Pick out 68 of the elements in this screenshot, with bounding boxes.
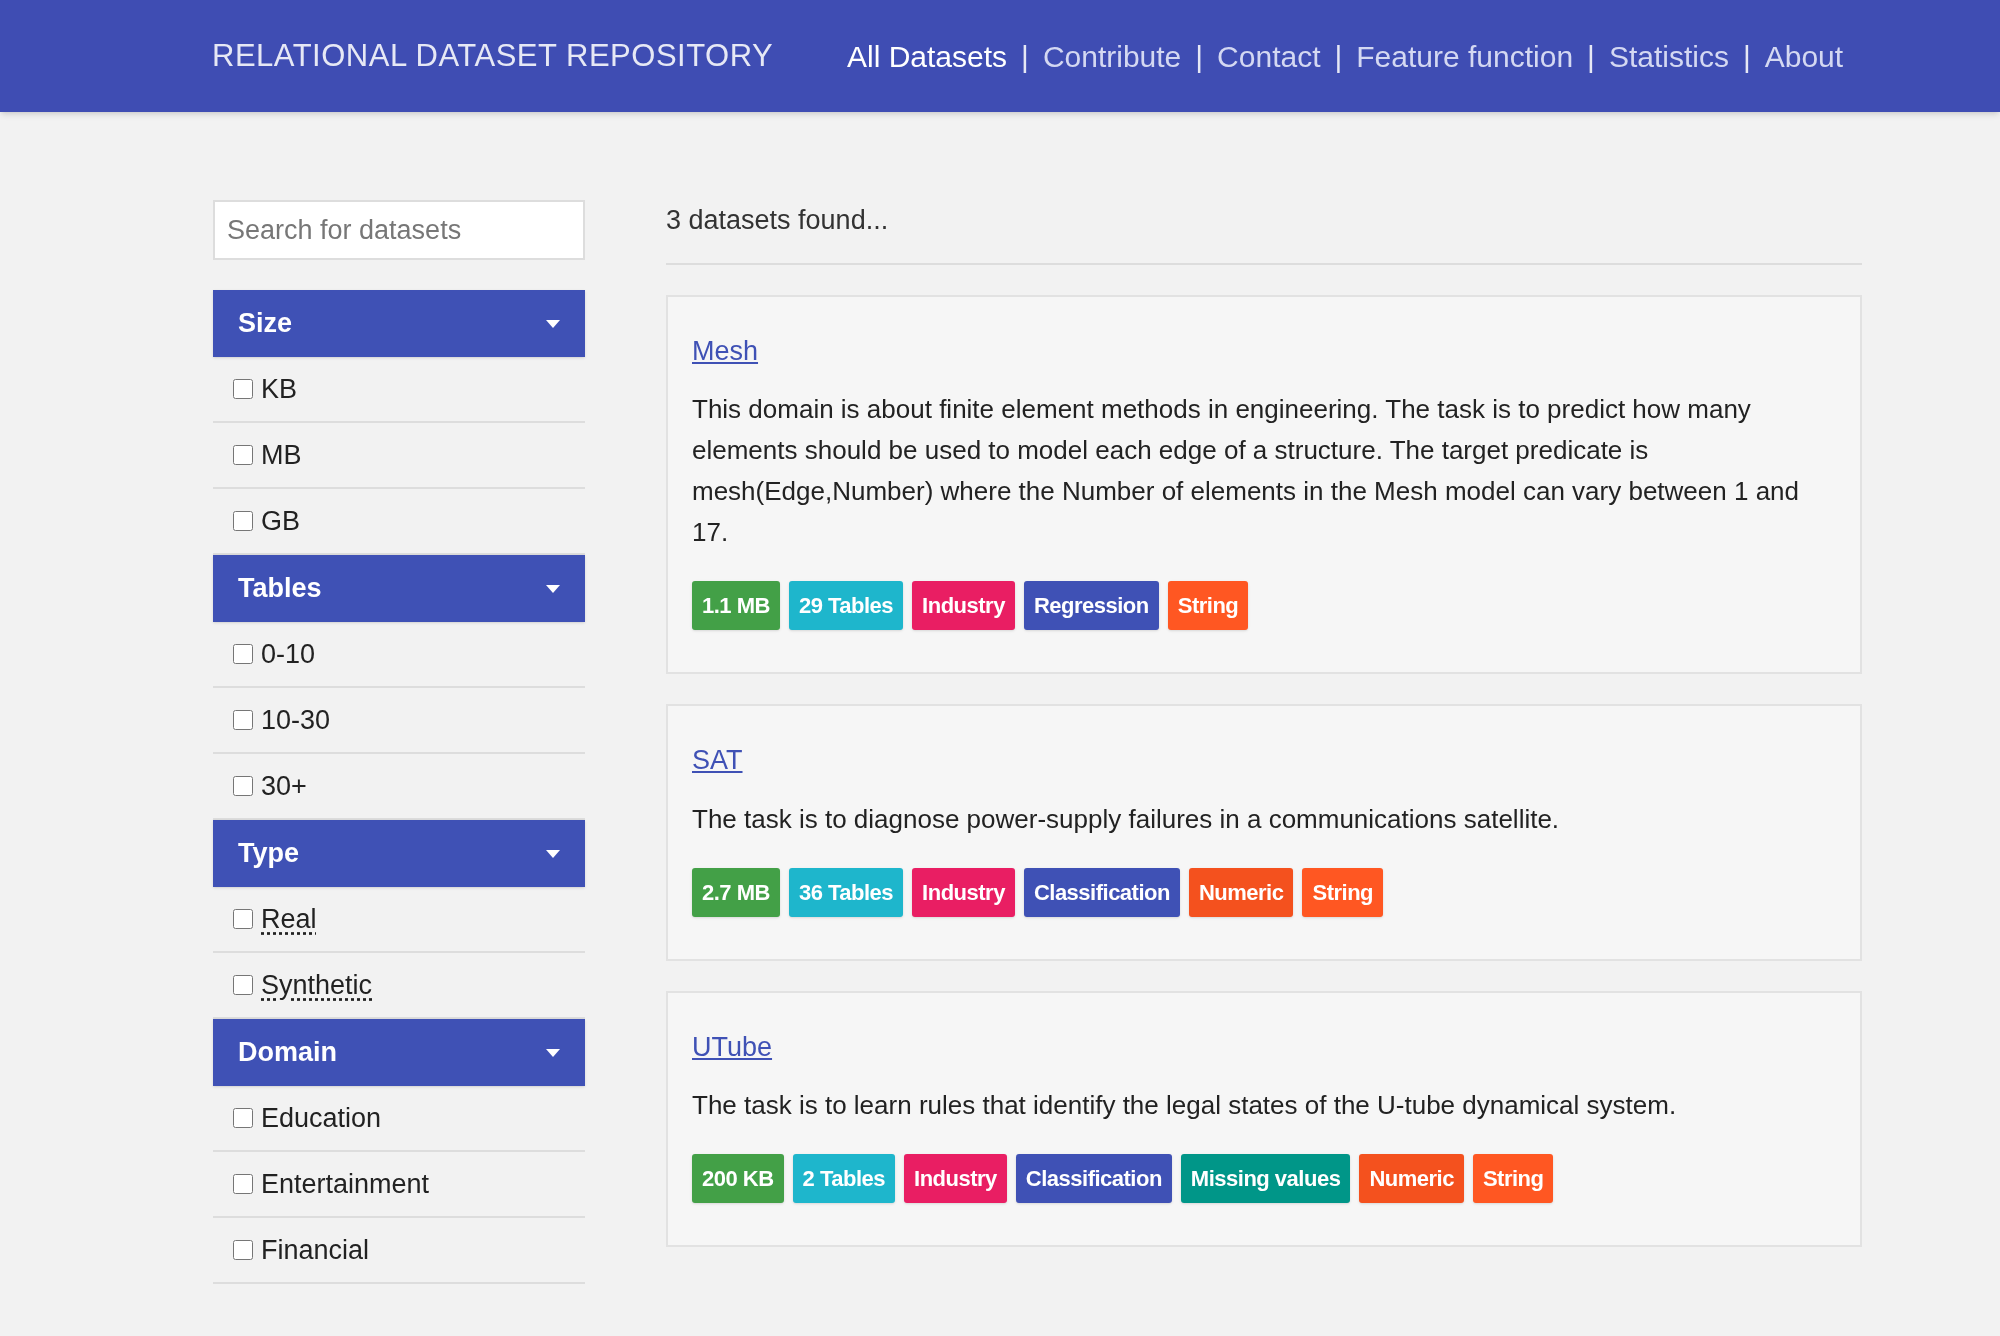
nav-separator: | bbox=[1195, 38, 1204, 75]
tag: Industry bbox=[912, 867, 1015, 917]
checkbox[interactable] bbox=[233, 379, 253, 399]
tag: Regression bbox=[1023, 581, 1159, 630]
dataset-description: The task is to diagnose power-supply failures in a communications satellite. bbox=[692, 802, 1560, 836]
filter-header[interactable]: Tables bbox=[213, 555, 585, 622]
tag: String bbox=[1167, 581, 1249, 630]
tag: Numeric bbox=[1188, 867, 1294, 917]
tag: String bbox=[1472, 1154, 1554, 1203]
dataset-link[interactable]: SAT bbox=[692, 740, 743, 781]
site-title: RELATIONAL DATASET REPOSITORY bbox=[212, 36, 775, 75]
option-label: GB bbox=[261, 504, 300, 538]
tag: 36 Tables bbox=[788, 867, 904, 917]
checkbox[interactable] bbox=[233, 710, 253, 730]
tag: 200 KB bbox=[692, 1154, 784, 1203]
caret-icon bbox=[546, 319, 560, 328]
option-label: Financial bbox=[261, 1233, 370, 1267]
filter-header[interactable]: Size bbox=[213, 290, 585, 357]
checkbox[interactable] bbox=[233, 1108, 253, 1128]
checkbox[interactable] bbox=[233, 1174, 253, 1194]
tag: 2.7 MB bbox=[692, 867, 780, 917]
nav-link[interactable]: Statistics bbox=[1608, 33, 1729, 79]
nav-link[interactable]: About bbox=[1764, 33, 1844, 79]
search-field[interactable]: Search for datasets bbox=[213, 200, 585, 260]
nav-link[interactable]: All Datasets bbox=[847, 33, 1008, 79]
dataset-description: This domain is about finite element methods in engineering. The task is to predict how many elements should be used to model each edge of a structure. The target predicate is mesh(Edge,Number) where the Number of elements in the Mesh model can vary between 1 and 17. bbox=[692, 393, 1800, 549]
tag: 2 Tables bbox=[792, 1154, 895, 1203]
caret-icon bbox=[546, 849, 560, 858]
tag: 1.1 MB bbox=[692, 581, 780, 630]
checkbox[interactable] bbox=[233, 776, 253, 796]
caret-icon bbox=[546, 584, 560, 593]
tag: Industry bbox=[912, 581, 1015, 630]
nav-link[interactable]: Contact bbox=[1217, 33, 1321, 79]
checkbox[interactable] bbox=[233, 909, 253, 929]
tag: Numeric bbox=[1359, 1154, 1464, 1203]
option-label: MB bbox=[261, 438, 302, 472]
dataset-description: The task is to learn rules that identify the legal states of the U-tube dynamical system. bbox=[692, 1089, 1677, 1122]
checkbox[interactable] bbox=[233, 644, 253, 664]
option-label: 30+ bbox=[261, 769, 307, 803]
checkbox[interactable] bbox=[233, 445, 253, 465]
dataset-link[interactable]: Mesh bbox=[692, 330, 759, 371]
option-label: Entertainment bbox=[261, 1167, 430, 1201]
tag: Industry bbox=[904, 1154, 1007, 1203]
option-label: Real bbox=[261, 902, 317, 936]
checkbox[interactable] bbox=[233, 1240, 253, 1260]
results-count: 3 datasets found... bbox=[666, 205, 889, 235]
dataset-link[interactable]: UTube bbox=[692, 1026, 773, 1067]
nav-separator: | bbox=[1334, 38, 1343, 75]
tag: Missing values bbox=[1180, 1154, 1351, 1203]
nav-link[interactable]: Feature function bbox=[1356, 33, 1574, 79]
tag: 29 Tables bbox=[788, 581, 904, 630]
checkbox[interactable] bbox=[233, 511, 253, 531]
filter-header[interactable]: Type bbox=[213, 820, 585, 887]
option-label: KB bbox=[261, 372, 298, 406]
checkbox[interactable] bbox=[233, 975, 253, 995]
nav-separator: | bbox=[1742, 38, 1751, 75]
nav-link[interactable]: Contribute bbox=[1042, 33, 1182, 79]
option-label: Synthetic bbox=[261, 968, 373, 1002]
option-label: Education bbox=[261, 1101, 382, 1135]
option-label: 10-30 bbox=[261, 703, 331, 737]
option-label: 0-10 bbox=[261, 637, 316, 671]
caret-icon bbox=[546, 1048, 560, 1057]
tag: Classification bbox=[1023, 867, 1180, 917]
nav-separator: | bbox=[1021, 38, 1029, 75]
filter-header[interactable]: Domain bbox=[213, 1019, 585, 1086]
nav-separator: | bbox=[1587, 38, 1595, 75]
tag: String bbox=[1302, 867, 1384, 917]
tag: Classification bbox=[1015, 1154, 1172, 1203]
